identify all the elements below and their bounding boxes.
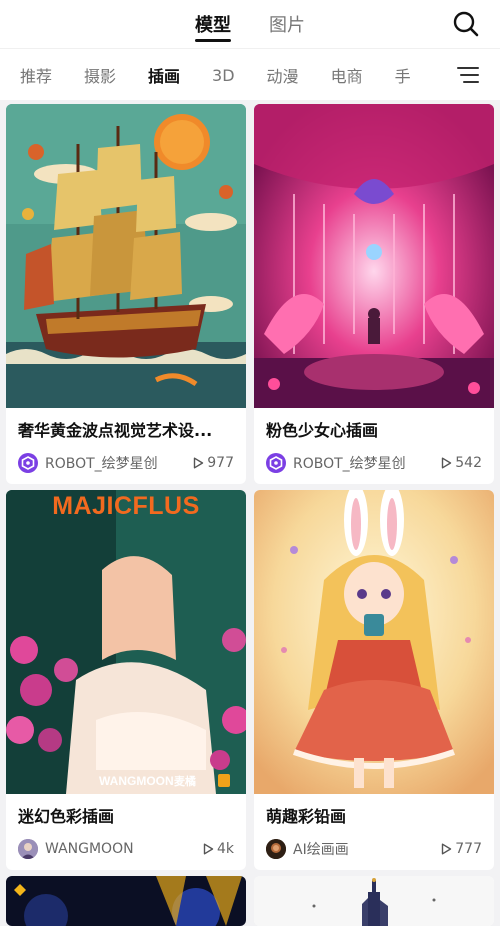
- image-watermark-text: WANGMOON: [99, 774, 174, 788]
- card-image: [254, 104, 494, 408]
- category-list: 推荐 摄影 插画 3D 动漫 电商 手: [20, 49, 443, 100]
- card-image: [6, 104, 246, 408]
- author-avatar: [18, 839, 38, 859]
- card-partial-castle[interactable]: [254, 876, 494, 926]
- category-recommend[interactable]: 推荐: [20, 63, 52, 87]
- image-brand-text: MAJICFLUS: [52, 492, 200, 520]
- category-ecommerce[interactable]: 电商: [331, 63, 363, 87]
- play-icon: [442, 843, 452, 855]
- image-watermark-brand: 麦橘: [174, 774, 196, 788]
- card-meta: AI绘画画 777: [254, 828, 494, 870]
- play-icon: [442, 457, 452, 469]
- play-icon: [203, 843, 214, 855]
- card-luxury-gold[interactable]: 奢华黄金波点视觉艺术设... ROBOT_绘梦星创 977: [6, 104, 246, 484]
- category-illustration[interactable]: 插画: [148, 63, 180, 87]
- user-photo-icon: [266, 839, 286, 859]
- card-title: 奢华黄金波点视觉艺术设...: [18, 421, 213, 440]
- author-avatar: [266, 453, 286, 473]
- search-icon: [453, 11, 479, 37]
- author-name: ROBOT_绘梦星创: [293, 456, 406, 472]
- author-name: AI绘画画: [293, 842, 349, 858]
- card-psychedelic[interactable]: MAJICFLUS WANGMOON 麦橘 迷幻色彩插画 WANGMOON 4k: [6, 490, 246, 870]
- author-avatar: [18, 453, 38, 473]
- card-pink-girl[interactable]: 粉色少女心插画 ROBOT_绘梦星创 542: [254, 104, 494, 484]
- card-title: 迷幻色彩插画: [18, 807, 115, 826]
- filter-icon: [457, 67, 479, 83]
- hexagon-logo-icon: [269, 456, 283, 470]
- category-photography[interactable]: 摄影: [84, 63, 116, 87]
- category-bar: 推荐 摄影 插画 3D 动漫 电商 手: [0, 48, 500, 100]
- view-count: 977: [193, 455, 234, 471]
- tab-images[interactable]: 图片: [269, 0, 305, 48]
- card-image: [6, 876, 246, 926]
- category-anime[interactable]: 动漫: [267, 63, 299, 87]
- author-avatar: [266, 839, 286, 859]
- view-count: 4k: [203, 841, 234, 857]
- search-button[interactable]: [452, 10, 480, 38]
- author-name: ROBOT_绘梦星创: [45, 456, 158, 472]
- view-count-value: 977: [207, 455, 234, 471]
- top-tabs: 模型 图片: [0, 0, 500, 48]
- card-image: [254, 490, 494, 794]
- view-count-value: 4k: [216, 841, 234, 857]
- card-image: [254, 876, 494, 926]
- filter-button[interactable]: [456, 63, 480, 87]
- card-image: MAJICFLUS WANGMOON 麦橘: [6, 490, 246, 794]
- card-meta: ROBOT_绘梦星创 542: [254, 442, 494, 484]
- card-title: 萌趣彩铅画: [266, 807, 347, 826]
- view-count: 542: [441, 455, 482, 471]
- category-3d[interactable]: 3D: [212, 66, 235, 85]
- card-title: 粉色少女心插画: [266, 421, 379, 440]
- top-bar: 模型 图片: [0, 0, 500, 48]
- view-count: 777: [441, 841, 482, 857]
- view-count-value: 777: [455, 841, 482, 857]
- tab-models[interactable]: 模型: [195, 0, 231, 48]
- category-hand[interactable]: 手: [395, 63, 411, 87]
- play-icon: [194, 457, 204, 469]
- card-meta: ROBOT_绘梦星创 977: [6, 442, 246, 484]
- card-cute-pencil[interactable]: 萌趣彩铅画 AI绘画画 777: [254, 490, 494, 870]
- hexagon-logo-icon: [21, 456, 35, 470]
- user-photo-icon: [18, 839, 38, 859]
- author-name: WANGMOON: [45, 841, 134, 857]
- view-count-value: 542: [455, 455, 482, 471]
- card-meta: WANGMOON 4k: [6, 828, 246, 870]
- card-partial-dark[interactable]: [6, 876, 246, 926]
